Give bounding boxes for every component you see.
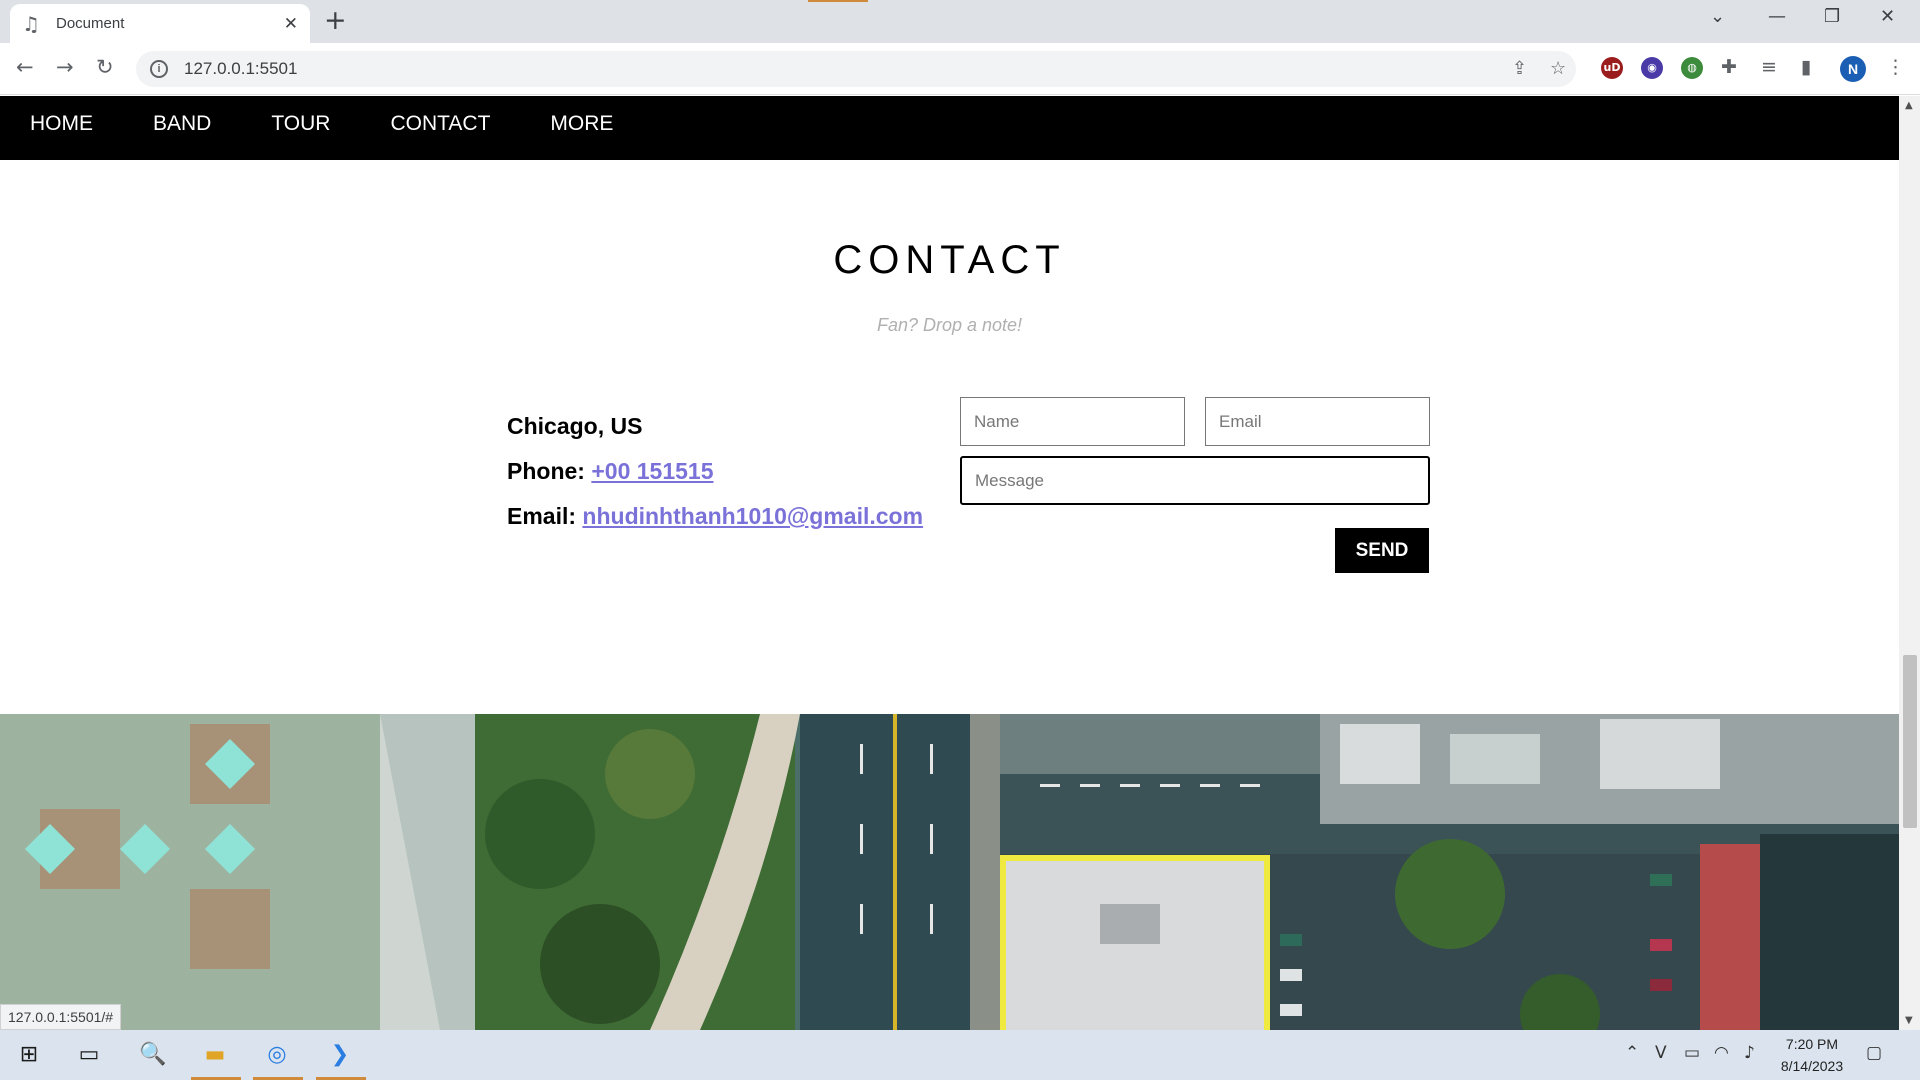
email-link[interactable]: nhudinhthanh1010@gmail.com [582, 503, 923, 529]
tab-title: Document [56, 15, 125, 32]
back-button[interactable]: ← [16, 55, 34, 79]
site-navbar: HOME BAND TOUR CONTACT MORE [0, 96, 1899, 160]
url-text[interactable]: 127.0.0.1:5501 [184, 59, 297, 79]
forward-button[interactable]: → [56, 55, 74, 79]
page-scrollbar[interactable] [1899, 96, 1920, 1030]
clock-time: 7:20 PM [1785, 1036, 1839, 1052]
phone-label: Phone: [507, 458, 585, 484]
minimize-button[interactable]: — [1768, 6, 1786, 27]
close-tab-icon[interactable]: ✕ [284, 14, 298, 34]
taskbar-clock[interactable]: 7:20 PM 8/14/2023 [1772, 1033, 1852, 1077]
tray-v-app-icon[interactable]: V [1655, 1043, 1667, 1063]
name-input[interactable] [960, 397, 1185, 446]
contact-info: Chicago, US Phone: +00 151515 Email: nhu… [507, 404, 923, 539]
notification-center-icon[interactable]: ▢ [1866, 1043, 1882, 1063]
nav-more[interactable]: MORE [520, 96, 643, 160]
nav-band[interactable]: BAND [123, 96, 241, 160]
email-input[interactable] [1205, 397, 1430, 446]
nav-home[interactable]: HOME [0, 96, 123, 160]
loading-indicator [808, 0, 868, 2]
status-bar-url: 127.0.0.1:5501/# [0, 1004, 122, 1030]
extensions-puzzle-icon[interactable]: ✚ [1721, 56, 1737, 78]
contact-phone-row: Phone: +00 151515 [507, 449, 923, 494]
scroll-down-arrow[interactable]: ▼ [1905, 1015, 1913, 1026]
windows-start-icon[interactable]: ⊞ [14, 1040, 44, 1070]
page-viewport: HOME BAND TOUR CONTACT MORE CONTACT Fan?… [0, 96, 1899, 1030]
tab-search-icon[interactable]: ⌄ [1710, 6, 1725, 27]
media-control-icon[interactable]: ≡ [1761, 56, 1777, 78]
vscode-icon[interactable]: ❯ [325, 1040, 355, 1070]
message-input[interactable] [960, 456, 1430, 505]
music-note-icon: ♫ [22, 11, 40, 36]
profile-avatar[interactable]: N [1840, 56, 1866, 82]
file-explorer-icon[interactable]: ▬ [200, 1040, 230, 1070]
clock-date: 8/14/2023 [1780, 1058, 1844, 1074]
city-aerial-photo [0, 714, 1899, 1030]
reload-button[interactable]: ↻ [96, 55, 114, 79]
browser-toolbar: ← → ↻ i 127.0.0.1:5501 ⇪ ☆ [0, 43, 1920, 95]
scrollbar-thumb[interactable] [1903, 655, 1917, 828]
tray-overflow-chevron-icon[interactable]: ⌃ [1625, 1043, 1639, 1063]
battery-icon[interactable]: ▭ [1684, 1043, 1700, 1063]
contact-city: Chicago, US [507, 413, 643, 439]
ublock-extension-icon[interactable]: uD [1601, 57, 1623, 79]
restore-button[interactable]: ❐ [1824, 6, 1840, 27]
close-window-button[interactable]: ✕ [1880, 6, 1895, 27]
site-info-icon[interactable]: i [150, 60, 168, 78]
task-view-icon[interactable]: ▭ [74, 1040, 104, 1070]
share-icon[interactable]: ⇪ [1512, 58, 1527, 79]
address-bar[interactable]: i 127.0.0.1:5501 ⇪ ☆ [136, 51, 1576, 87]
tab-bar: ♫ Document ✕ + ⌄ — ❐ ✕ [0, 0, 1920, 43]
contact-subtitle: Fan? Drop a note! [876, 315, 1023, 335]
chrome-menu-icon[interactable]: ⋮ [1886, 56, 1905, 78]
chrome-browser-icon[interactable]: ◎ [262, 1040, 292, 1070]
extension-globe-icon[interactable]: ◍ [1681, 57, 1703, 79]
send-button[interactable]: SEND [1335, 528, 1429, 573]
contact-heading: CONTACT [833, 238, 1066, 282]
volume-icon[interactable]: ♪ [1744, 1043, 1755, 1063]
search-magnifier-app-icon[interactable]: 🔍 [138, 1040, 168, 1070]
extension-face-icon[interactable]: ◉ [1641, 57, 1663, 79]
new-tab-button[interactable]: + [324, 7, 347, 35]
wifi-icon[interactable]: ◠ [1714, 1043, 1729, 1063]
bookmark-star-icon[interactable]: ☆ [1550, 58, 1566, 79]
nav-tour[interactable]: TOUR [241, 96, 360, 160]
nav-contact[interactable]: CONTACT [360, 96, 520, 160]
browser-tab[interactable]: ♫ Document ✕ [10, 4, 310, 43]
phone-link[interactable]: +00 151515 [591, 458, 713, 484]
side-panel-icon[interactable]: ▮ [1801, 56, 1811, 78]
scroll-up-arrow[interactable]: ▲ [1905, 100, 1913, 111]
contact-email-row: Email: nhudinhthanh1010@gmail.com [507, 494, 923, 539]
email-label: Email: [507, 503, 577, 529]
